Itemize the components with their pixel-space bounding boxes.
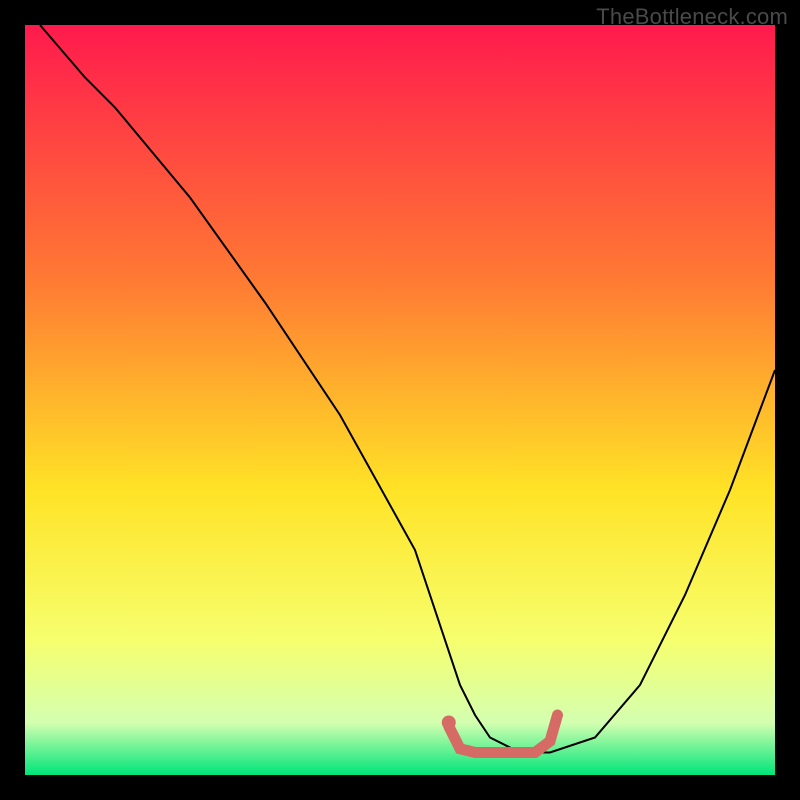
bottleneck-chart <box>25 25 775 775</box>
chart-frame: { "watermark": "TheBottleneck.com", "cha… <box>0 0 800 800</box>
gradient-background <box>25 25 775 775</box>
marker-dot <box>442 716 456 730</box>
